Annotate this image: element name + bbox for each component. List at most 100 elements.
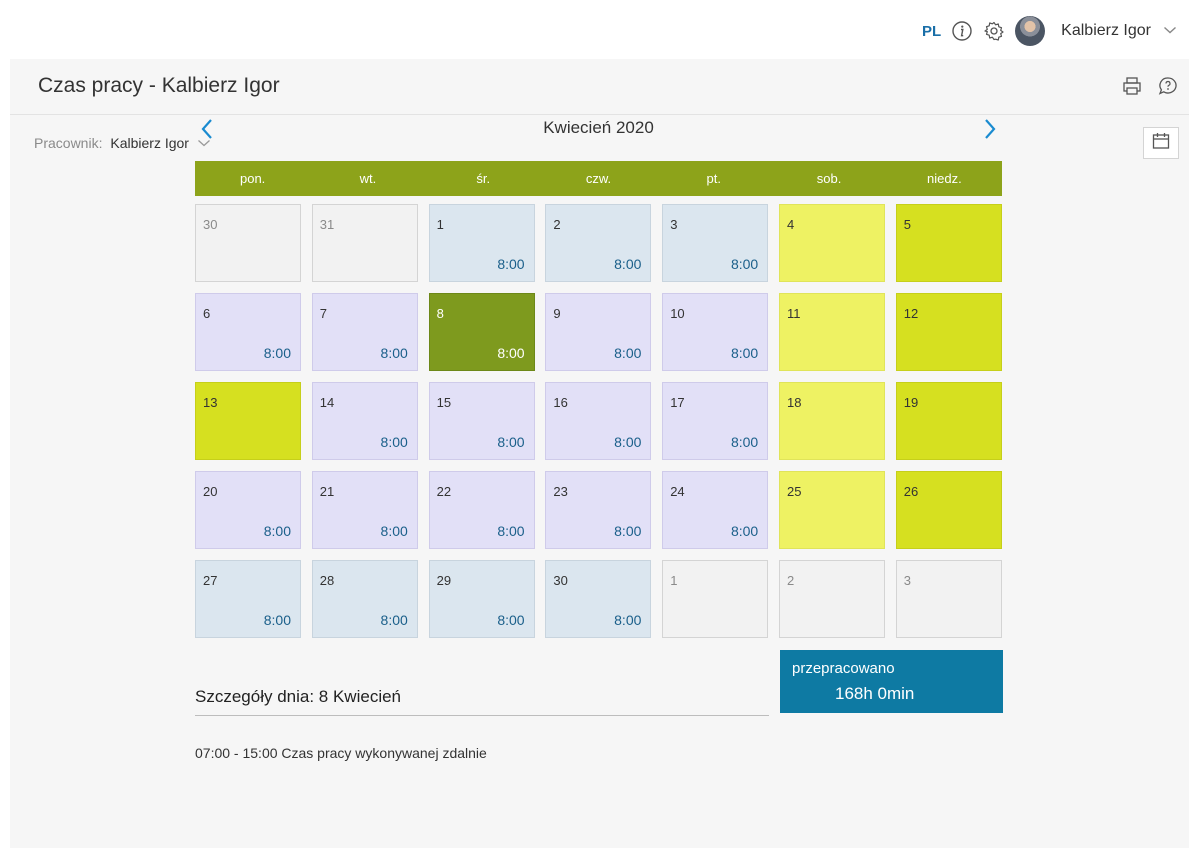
- weekday-fri: pt.: [706, 171, 722, 186]
- info-icon[interactable]: [951, 20, 973, 42]
- day-number: 11: [786, 306, 801, 321]
- top-bar: PL Kalbierz Igor: [0, 0, 1189, 58]
- calendar-day[interactable]: 10 8:00: [662, 293, 769, 371]
- day-number: 6: [203, 306, 211, 321]
- calendar-day[interactable]: 14 8:00: [311, 382, 418, 460]
- chevron-right-icon[interactable]: [978, 115, 1002, 143]
- day-hours: 8:00: [730, 523, 759, 539]
- calendar-day[interactable]: 29 8:00: [428, 560, 535, 638]
- day-number: 3: [903, 573, 912, 588]
- calendar-day[interactable]: 7 8:00: [311, 293, 418, 371]
- calendar-day[interactable]: 30: [195, 204, 301, 282]
- calendar-day[interactable]: 2: [778, 560, 885, 638]
- weekday-header: pon. wt. śr. czw. pt. sob. niedz.: [195, 161, 1002, 196]
- day-number: 7: [319, 306, 328, 321]
- help-bubble-icon[interactable]: [1157, 75, 1179, 97]
- calendar-day[interactable]: 11: [778, 293, 885, 371]
- calendar-day[interactable]: 3 8:00: [662, 204, 769, 282]
- day-number: 30: [553, 573, 568, 588]
- day-number: 24: [670, 484, 685, 499]
- avatar[interactable]: [1015, 16, 1046, 46]
- day-hours: 8:00: [614, 434, 642, 450]
- day-number: 23: [553, 484, 568, 499]
- day-number: 22: [436, 484, 452, 499]
- day-number: 2: [786, 573, 795, 588]
- calendar-day[interactable]: 12: [895, 293, 1002, 371]
- day-number: 9: [553, 306, 561, 321]
- calendar-day[interactable]: 1 8:00: [428, 204, 535, 282]
- day-number: 2: [553, 217, 561, 232]
- summary-value: 168h 0min: [835, 684, 915, 703]
- day-details-title: Szczegóły dnia: 8 Kwiecień: [195, 687, 402, 706]
- user-area: PL Kalbierz Igor: [922, 14, 1177, 48]
- calendar-day[interactable]: 26: [895, 471, 1002, 549]
- calendar-day[interactable]: 18: [778, 382, 885, 460]
- calendar-day[interactable]: 31: [311, 204, 418, 282]
- weekday-sun: niedz.: [926, 171, 962, 186]
- calendar-day[interactable]: 20 8:00: [195, 471, 301, 549]
- calendar-day[interactable]: 27 8:00: [195, 560, 301, 638]
- weekday-sat: sob.: [816, 171, 842, 186]
- calendar-day[interactable]: 8 8:00: [428, 293, 535, 371]
- calendar-day[interactable]: 28 8:00: [311, 560, 418, 638]
- calendar-day[interactable]: 13: [195, 382, 301, 460]
- day-number: 25: [786, 484, 802, 499]
- title-bar: Czas pracy - Kalbierz Igor: [10, 59, 1189, 115]
- calendar-day[interactable]: 30 8:00: [545, 560, 652, 638]
- calendar-day[interactable]: 15 8:00: [428, 382, 535, 460]
- day-number: 10: [670, 306, 685, 321]
- calendar-day[interactable]: 16 8:00: [545, 382, 652, 460]
- calendar-day[interactable]: 2 8:00: [545, 204, 652, 282]
- calendar-day[interactable]: 4: [778, 204, 885, 282]
- day-number: 26: [903, 484, 919, 499]
- printer-icon[interactable]: [1121, 75, 1143, 97]
- page-title: Czas pracy - Kalbierz Igor: [38, 74, 280, 97]
- day-hours: 8:00: [263, 523, 291, 539]
- language-switcher[interactable]: PL: [922, 23, 941, 40]
- calendar-icon: [1151, 131, 1171, 156]
- calendar-day[interactable]: 5: [895, 204, 1002, 282]
- calendar-view-button[interactable]: [1143, 127, 1179, 159]
- calendar-day[interactable]: 6 8:00: [195, 293, 301, 371]
- calendar-day[interactable]: 19: [895, 382, 1002, 460]
- day-hours: 8:00: [614, 612, 642, 628]
- divider: [195, 715, 769, 716]
- day-number: 21: [319, 484, 335, 499]
- chevron-down-icon[interactable]: [1163, 24, 1177, 38]
- calendar-day[interactable]: 25: [778, 471, 885, 549]
- weekday-mon: pon.: [239, 171, 266, 186]
- calendar-day[interactable]: 3: [895, 560, 1002, 638]
- day-number: 14: [319, 395, 335, 410]
- calendar-day[interactable]: 23 8:00: [545, 471, 652, 549]
- calendar-day[interactable]: 9 8:00: [545, 293, 652, 371]
- weekday-wed: śr.: [476, 171, 491, 186]
- calendar-day[interactable]: 24 8:00: [662, 471, 769, 549]
- weekday-tue: wt.: [359, 171, 377, 186]
- user-name[interactable]: Kalbierz Igor: [1061, 22, 1151, 40]
- day-number: 15: [436, 395, 452, 410]
- day-hours: 8:00: [730, 345, 759, 361]
- day-details-entry: 07:00 - 15:00 Czas pracy wykonywanej zda…: [195, 745, 487, 761]
- summary-label: przepracowano: [792, 660, 895, 677]
- day-hours: 8:00: [730, 256, 759, 272]
- employee-select[interactable]: Kalbierz Igor: [110, 135, 189, 151]
- day-hours: 8:00: [497, 256, 525, 272]
- gear-icon[interactable]: [983, 20, 1005, 42]
- employee-filter[interactable]: Pracownik: Kalbierz Igor: [34, 135, 211, 151]
- month-title: Kwiecień 2020: [543, 118, 654, 137]
- month-navigation: Kwiecień 2020: [195, 115, 1002, 145]
- day-hours: 8:00: [380, 434, 408, 450]
- day-number: 1: [436, 217, 444, 232]
- calendar-day[interactable]: 17 8:00: [662, 382, 769, 460]
- day-hours: 8:00: [497, 434, 525, 450]
- day-number: 31: [319, 217, 335, 232]
- calendar-day[interactable]: 22 8:00: [428, 471, 535, 549]
- day-number: 28: [319, 573, 335, 588]
- calendar-day[interactable]: 1: [662, 560, 769, 638]
- day-number: 16: [553, 395, 568, 410]
- day-hours: 8:00: [497, 523, 525, 539]
- calendar-day[interactable]: 21 8:00: [311, 471, 418, 549]
- day-number: 17: [670, 395, 685, 410]
- worked-summary: przepracowano 168h 0min: [780, 650, 1003, 713]
- day-hours: 8:00: [380, 345, 408, 361]
